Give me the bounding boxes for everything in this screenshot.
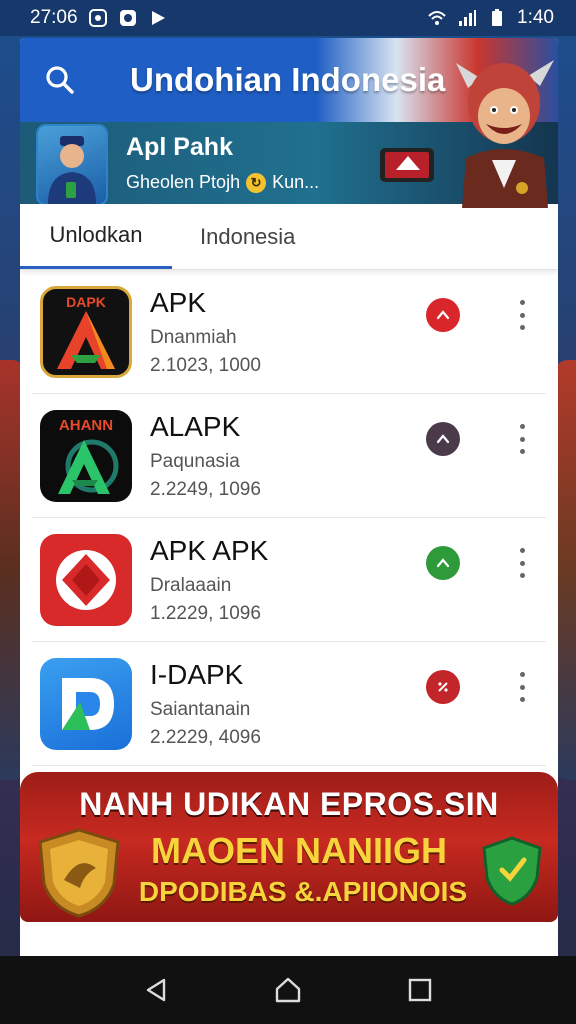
arrow-up-icon bbox=[436, 434, 450, 444]
app-name: ALAPK bbox=[150, 410, 241, 442]
app-developer: Dralaaain bbox=[150, 574, 232, 596]
app-meta: 1.2229, 1096 bbox=[150, 602, 261, 624]
promo-avatar bbox=[36, 124, 108, 206]
tab-unlodkan[interactable]: Unlodkan bbox=[20, 204, 172, 269]
app-developer: Paqunasia bbox=[150, 450, 240, 472]
phone-illustration bbox=[380, 148, 434, 182]
recents-icon bbox=[408, 978, 432, 1002]
percent-icon bbox=[438, 682, 448, 692]
recents-button[interactable] bbox=[400, 970, 440, 1010]
app-icon-alapk: AHANN bbox=[40, 409, 132, 502]
wifi-icon bbox=[428, 11, 446, 25]
app-meta: 2.2229, 4096 bbox=[150, 726, 261, 748]
update-button[interactable] bbox=[426, 298, 460, 332]
list-item[interactable]: DAPK APK Dnanmiah 2.1023, 1000 bbox=[32, 270, 546, 394]
status-time-right: 1:40 bbox=[517, 7, 554, 28]
tab-indonesia[interactable]: Indonesia bbox=[172, 204, 323, 269]
person-icon bbox=[48, 136, 96, 204]
update-button[interactable] bbox=[426, 422, 460, 456]
letter-a-logo-icon: AHANN bbox=[58, 417, 119, 494]
letter-d-logo-icon bbox=[62, 677, 114, 730]
status-bar: 27:06 1:40 bbox=[0, 0, 576, 36]
play-store-icon bbox=[151, 11, 165, 25]
battery-icon bbox=[492, 9, 503, 26]
arrow-up-icon bbox=[436, 558, 450, 568]
promo-title: Apl Pahk bbox=[126, 133, 233, 161]
arrow-up-icon bbox=[436, 310, 450, 320]
more-options-button[interactable] bbox=[516, 424, 528, 454]
notification-icon bbox=[88, 9, 107, 27]
tab-bar: Unlodkan Indonesia bbox=[20, 204, 558, 270]
app-name: APK bbox=[150, 286, 207, 318]
search-icon bbox=[46, 66, 74, 94]
app-icon-apk-apk bbox=[40, 533, 132, 626]
list-item[interactable]: I-DAPK Saiantanain 2.2229, 4096 bbox=[32, 642, 546, 766]
diamond-logo-icon bbox=[56, 549, 116, 610]
promo-banner[interactable]: NANH UDIKAN EPROS.SIN MAOEN NANIIGH DPOD… bbox=[20, 772, 558, 922]
app-developer: Saiantanain bbox=[150, 698, 251, 720]
app-developer: Dnanmiah bbox=[150, 326, 237, 348]
promo-subtitle-prefix: Gheolen Ptojh bbox=[126, 172, 241, 192]
app-icon-i-dapk bbox=[40, 657, 132, 750]
home-button[interactable] bbox=[268, 970, 308, 1010]
home-icon bbox=[275, 977, 301, 1003]
green-shield-icon bbox=[482, 836, 542, 906]
mascot-illustration bbox=[456, 60, 554, 208]
update-button[interactable] bbox=[426, 546, 460, 580]
status-time-left: 27:06 bbox=[30, 7, 78, 28]
more-options-button[interactable] bbox=[516, 548, 528, 578]
app-name: APK APK bbox=[150, 534, 269, 566]
list-item[interactable]: APK APK Dralaaain 1.2229, 1096 bbox=[32, 518, 546, 642]
coin-icon: ↻ bbox=[246, 172, 267, 193]
more-options-button[interactable] bbox=[516, 672, 528, 702]
gold-shield-icon bbox=[38, 828, 120, 918]
signal-icon bbox=[459, 10, 477, 26]
svg-text:DAPK: DAPK bbox=[66, 294, 106, 310]
record-icon bbox=[119, 10, 136, 26]
app-meta: 2.1023, 1000 bbox=[150, 354, 261, 376]
search-button[interactable] bbox=[42, 62, 78, 98]
app-meta: 2.2249, 1096 bbox=[150, 478, 261, 500]
action-button[interactable] bbox=[426, 670, 460, 704]
list-item[interactable]: AHANN ALAPK Paqunasia 2.2249, 1096 bbox=[32, 394, 546, 518]
app-title: Undohian Indonesia bbox=[130, 61, 446, 98]
back-button[interactable] bbox=[136, 970, 176, 1010]
app-name: I-DAPK bbox=[150, 658, 244, 690]
banner-line-1: NANH UDIKAN EPROS.SIN bbox=[79, 786, 499, 822]
more-options-button[interactable] bbox=[516, 300, 528, 330]
promo-subtitle-suffix: Kun... bbox=[272, 172, 320, 192]
system-nav-bar bbox=[0, 956, 576, 1024]
promo-subtitle: Gheolen Ptojh ↻ Kun... bbox=[126, 172, 319, 193]
letter-a-logo-icon: DAPK bbox=[57, 294, 115, 369]
app-list: DAPK APK Dnanmiah 2.1023, 1000 AHANN ALA… bbox=[20, 270, 558, 766]
svg-text:AHANN: AHANN bbox=[59, 417, 113, 434]
app-window: Undohian Indonesia Apl Pahk Gheolen Ptoj… bbox=[20, 38, 558, 956]
back-icon bbox=[146, 978, 166, 1002]
app-icon-apk: DAPK bbox=[40, 285, 132, 378]
